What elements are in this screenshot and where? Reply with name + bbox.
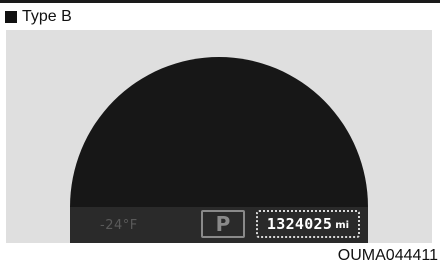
odometer-unit: mi <box>335 220 350 231</box>
odometer: 1324025 mi <box>256 210 360 238</box>
display-face <box>70 57 368 207</box>
gear-indicator-label: P <box>215 212 231 236</box>
outside-temperature: -24°F <box>100 218 138 233</box>
gear-indicator: P <box>201 210 245 238</box>
type-label: Type B <box>5 8 72 26</box>
odometer-value: 1324025 <box>266 215 333 233</box>
square-bullet-icon <box>5 11 17 23</box>
type-label-text: Type B <box>22 8 72 25</box>
top-rule <box>0 0 440 3</box>
figure-code: OUMA044411 <box>337 247 438 264</box>
